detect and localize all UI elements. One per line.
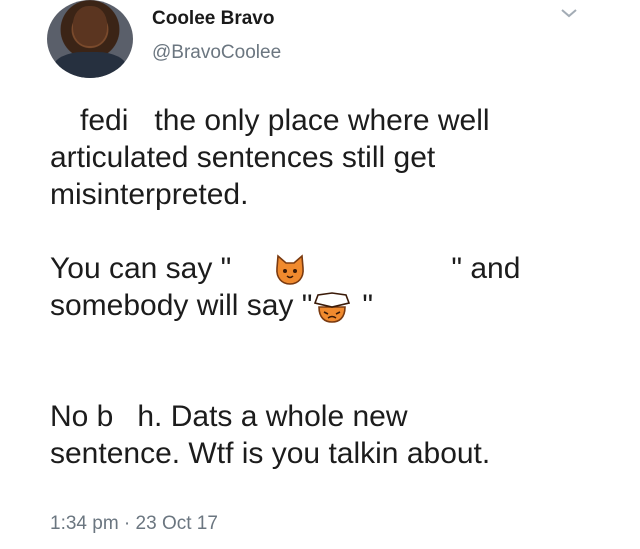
tweet-text: You can say "	[50, 252, 232, 285]
tweet-text: the only place where well	[154, 104, 490, 137]
tweet-text: h. Dats a whole new	[137, 400, 408, 433]
tweet-line-8: No b h. Dats a whole new	[50, 398, 610, 435]
tweet-card: Coolee Bravo @BravoCoolee fedi the only p…	[0, 0, 640, 549]
chevron-down-icon[interactable]	[560, 6, 578, 20]
tweet-text: " and	[451, 252, 521, 285]
cat-face-emoji-with-hat	[312, 291, 352, 323]
tweet-body: fedi the only place where well articulate…	[50, 102, 610, 472]
avatar-shirt	[53, 52, 127, 78]
avatar[interactable]	[47, 0, 133, 78]
tweet-line-9: sentence. Wtf is you talkin about.	[50, 437, 491, 470]
tweet-text: somebody will say "	[50, 289, 313, 322]
tweet-timestamp[interactable]: 1:34 pm · 23 Oct 17	[50, 513, 218, 535]
author-name[interactable]: Coolee Bravo	[152, 8, 274, 30]
tweet-line-1: fedi the only place where well	[50, 102, 610, 139]
tweet-line-5: You can say " " and	[50, 250, 610, 287]
tweet-line-3: misinterpreted.	[50, 178, 249, 211]
cat-face-emoji	[273, 254, 307, 286]
tweet-text: "	[362, 289, 374, 322]
author-handle[interactable]: @BravoCoolee	[152, 42, 281, 64]
tweet-line-2: articulated sentences still get	[50, 141, 436, 174]
tweet-text: No b	[50, 400, 114, 433]
avatar-face	[73, 6, 107, 46]
tweet-text: fedi	[80, 104, 129, 137]
tweet-line-6: somebody will say " "	[50, 287, 610, 324]
